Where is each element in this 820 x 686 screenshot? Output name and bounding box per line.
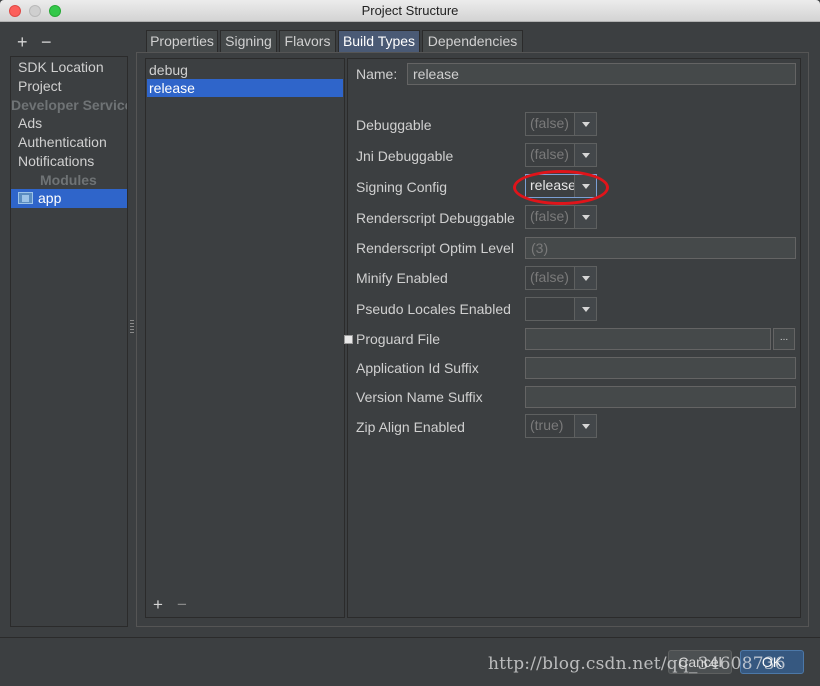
window-title: Project Structure — [361, 3, 459, 18]
list-item-release[interactable]: release — [147, 79, 343, 97]
add-module-button[interactable]: + — [17, 33, 28, 51]
dropdown-value: (false) — [530, 115, 569, 131]
dropdown-value: (false) — [530, 208, 569, 224]
dropdown-value: (false) — [530, 146, 569, 162]
watermark-text: http://blog.csdn.net/qq_34608736 — [488, 654, 786, 674]
tab-properties[interactable]: Properties — [146, 30, 218, 52]
chevron-down-icon[interactable] — [574, 298, 596, 320]
pseudo-locales-dropdown[interactable] — [525, 297, 597, 321]
proguard-file-checkbox[interactable] — [344, 335, 353, 344]
zip-align-enabled-dropdown[interactable]: (true) — [525, 414, 597, 438]
sidebar-item-app[interactable]: app — [11, 189, 127, 208]
chevron-down-icon[interactable] — [574, 267, 596, 289]
remove-build-type-button[interactable]: − — [177, 595, 187, 615]
sidebar-item-label: app — [38, 190, 62, 206]
proguard-file-field[interactable] — [525, 328, 771, 350]
chevron-down-icon[interactable] — [574, 113, 596, 135]
debuggable-dropdown[interactable]: (false) — [525, 112, 597, 136]
proguard-file-label: Proguard File — [356, 331, 441, 347]
module-sidebar: SDK Location Project Developer Services … — [10, 56, 128, 627]
jni-debuggable-label: Jni Debuggable — [356, 148, 454, 164]
name-label: Name: — [356, 66, 398, 82]
renderscript-debuggable-label: Renderscript Debuggable — [356, 210, 515, 226]
sidebar-header-modules: Modules — [40, 172, 97, 188]
browse-button[interactable]: ... — [773, 328, 795, 350]
jni-debuggable-dropdown[interactable]: (false) — [525, 143, 597, 167]
tab-build-types[interactable]: Build Types — [338, 30, 420, 52]
minify-enabled-dropdown[interactable]: (false) — [525, 266, 597, 290]
build-types-list: debug release — [145, 58, 345, 618]
signing-config-label: Signing Config — [356, 179, 448, 195]
tab-flavors[interactable]: Flavors — [279, 30, 336, 52]
version-name-suffix-field[interactable] — [525, 386, 796, 408]
remove-module-button[interactable]: − — [41, 33, 52, 51]
version-name-suffix-label: Version Name Suffix — [356, 389, 483, 405]
renderscript-optim-level-field[interactable]: (3) — [525, 237, 796, 259]
minify-enabled-label: Minify Enabled — [356, 270, 448, 286]
application-id-suffix-field[interactable] — [525, 357, 796, 379]
renderscript-debuggable-dropdown[interactable]: (false) — [525, 205, 597, 229]
sidebar-header-developer-services: Developer Services — [11, 97, 127, 113]
splitter-handle[interactable] — [130, 320, 134, 334]
annotation-circle — [513, 170, 609, 205]
name-field[interactable]: release — [407, 63, 796, 85]
dropdown-value: (true) — [530, 417, 564, 433]
module-folder-icon — [18, 192, 33, 204]
sidebar-item-notifications[interactable]: Notifications — [11, 152, 127, 171]
sidebar-item-project[interactable]: Project — [11, 77, 127, 96]
sidebar-item-ads[interactable]: Ads — [11, 114, 127, 133]
renderscript-optim-level-label: Renderscript Optim Level — [356, 240, 514, 256]
application-id-suffix-label: Application Id Suffix — [356, 360, 479, 376]
zip-align-enabled-label: Zip Align Enabled — [356, 419, 465, 435]
list-item-debug[interactable]: debug — [147, 61, 343, 79]
sidebar-item-authentication[interactable]: Authentication — [11, 133, 127, 152]
tab-signing[interactable]: Signing — [220, 30, 277, 52]
title-bar: Project Structure — [0, 0, 820, 22]
chevron-down-icon[interactable] — [574, 206, 596, 228]
pseudo-locales-label: Pseudo Locales Enabled — [356, 301, 511, 317]
sidebar-item-sdk-location[interactable]: SDK Location — [11, 58, 127, 77]
add-build-type-button[interactable]: + — [153, 595, 163, 615]
chevron-down-icon[interactable] — [574, 144, 596, 166]
tab-dependencies[interactable]: Dependencies — [422, 30, 523, 52]
dropdown-value: (false) — [530, 269, 569, 285]
footer-divider — [0, 637, 820, 638]
chevron-down-icon[interactable] — [574, 415, 596, 437]
debuggable-label: Debuggable — [356, 117, 432, 133]
